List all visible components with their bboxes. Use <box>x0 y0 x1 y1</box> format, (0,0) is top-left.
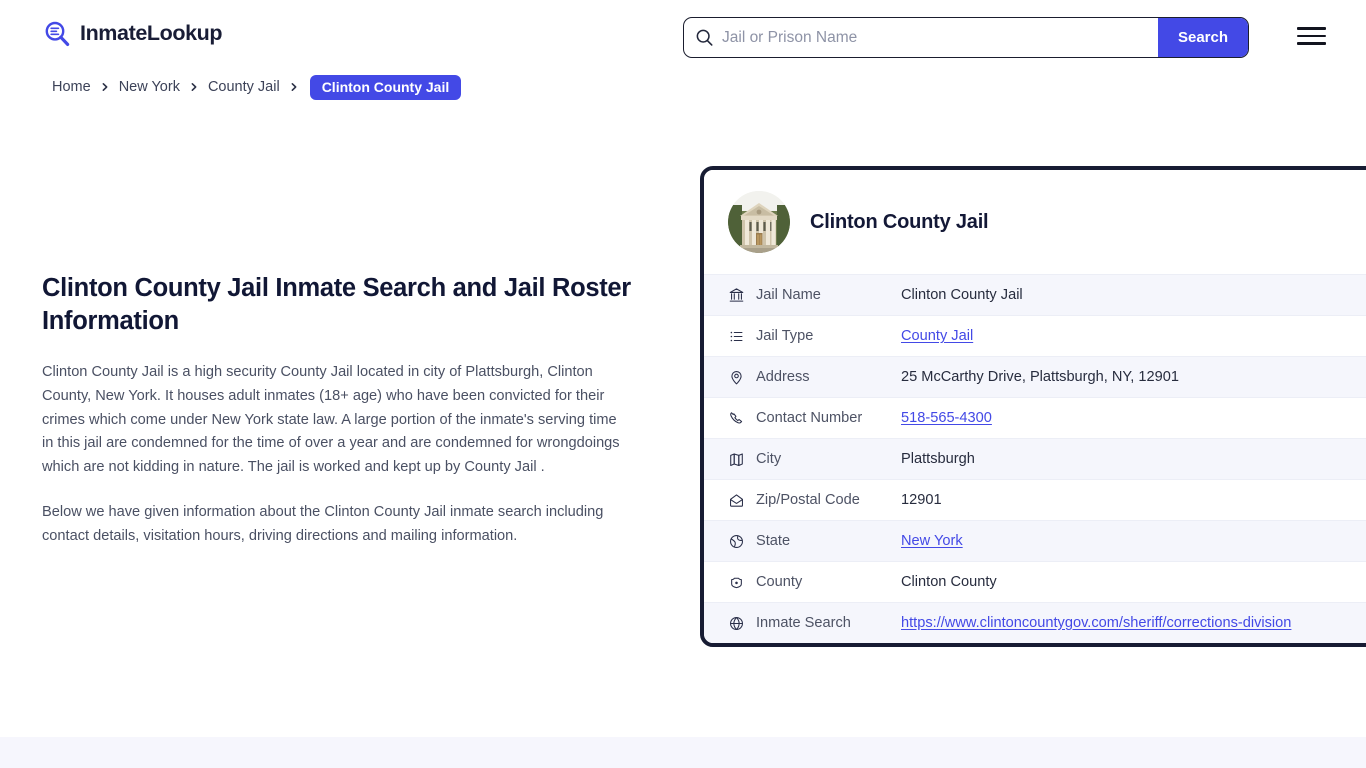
row-value: County Jail <box>901 328 1366 344</box>
jail-info-card: Clinton County Jail Jail Name Clinton Co… <box>700 166 1366 647</box>
table-row: Address 25 McCarthy Drive, Plattsburgh, … <box>704 356 1366 397</box>
row-label: Contact Number <box>756 410 863 426</box>
chevron-right-icon <box>280 82 308 92</box>
map-icon <box>728 451 756 468</box>
search-icon <box>684 28 718 47</box>
magnifier-list-icon <box>42 19 72 49</box>
intro-paragraph: Clinton County Jail is a high security C… <box>42 364 620 475</box>
globe-icon <box>728 533 756 550</box>
search-bar[interactable]: Search <box>683 17 1249 58</box>
search-button[interactable]: Search <box>1158 18 1248 57</box>
chevron-right-icon <box>91 82 119 92</box>
row-label: City <box>756 451 782 467</box>
info-rows-list: Jail Name Clinton County Jail Jail Type … <box>704 274 1366 643</box>
hamburger-line <box>1297 27 1326 30</box>
chevron-right-icon <box>180 82 208 92</box>
inmate-search-link[interactable]: https://www.clintoncountygov.com/sheriff… <box>901 615 1291 631</box>
web-globe-icon <box>728 615 756 632</box>
row-label: Zip/Postal Code <box>756 492 860 508</box>
bank-building-icon <box>728 287 756 304</box>
secondary-paragraph: Below we have given information about th… <box>42 504 604 545</box>
row-label: County <box>756 574 803 590</box>
site-header: InmateLookup Search <box>0 0 1366 72</box>
breadcrumb-item-county-jail[interactable]: County Jail <box>208 79 280 95</box>
table-row: County Clinton County <box>704 561 1366 602</box>
row-value: https://www.clintoncountygov.com/sheriff… <box>901 615 1366 631</box>
article-content: Clinton County Jail Inmate Search and Ja… <box>42 272 632 571</box>
row-label: State <box>756 533 791 549</box>
footer-band <box>0 737 1366 768</box>
brand-logo[interactable]: InmateLookup <box>42 19 223 49</box>
table-row: Contact Number 518-565-4300 <box>704 397 1366 438</box>
row-label: Jail Type <box>756 328 814 344</box>
breadcrumb-current-page[interactable]: Clinton County Jail <box>309 74 462 100</box>
breadcrumb: Home New York County Jail Clinton County… <box>52 74 462 100</box>
hamburger-menu-icon[interactable] <box>1297 24 1327 48</box>
card-title: Clinton County Jail <box>810 210 989 233</box>
row-value: Clinton County <box>901 574 997 590</box>
table-row: Jail Type County Jail <box>704 315 1366 356</box>
table-row: Jail Name Clinton County Jail <box>704 274 1366 315</box>
row-value: 12901 <box>901 492 942 508</box>
card-header: Clinton County Jail <box>704 170 1366 274</box>
row-value: 518-565-4300 <box>901 410 1366 426</box>
table-row: Inmate Search https://www.clintoncountyg… <box>704 602 1366 643</box>
hamburger-line <box>1297 42 1326 45</box>
breadcrumb-item-home[interactable]: Home <box>52 79 91 95</box>
phone-icon <box>728 410 756 427</box>
search-input[interactable] <box>718 18 1158 57</box>
jail-type-link[interactable]: County Jail <box>901 328 973 344</box>
row-value: New York <box>901 533 1366 549</box>
envelope-icon <box>728 492 756 509</box>
row-label: Inmate Search <box>756 615 851 631</box>
row-value: Plattsburgh <box>901 451 975 467</box>
row-label: Jail Name <box>756 287 821 303</box>
table-row: State New York <box>704 520 1366 561</box>
row-label: Address <box>756 369 810 385</box>
table-row: City Plattsburgh <box>704 438 1366 479</box>
breadcrumb-item-new-york[interactable]: New York <box>119 79 180 95</box>
list-icon <box>728 328 756 345</box>
map-pin-icon <box>728 369 756 386</box>
brand-name: InmateLookup <box>80 21 223 46</box>
row-value: 25 McCarthy Drive, Plattsburgh, NY, 1290… <box>901 369 1179 385</box>
contact-number-link[interactable]: 518-565-4300 <box>901 410 992 426</box>
courthouse-building-photo <box>728 191 790 253</box>
row-value: Clinton County Jail <box>901 287 1023 303</box>
state-link[interactable]: New York <box>901 533 963 549</box>
page-title: Clinton County Jail Inmate Search and Ja… <box>42 274 631 335</box>
badge-icon <box>728 574 756 591</box>
hamburger-line <box>1297 34 1326 38</box>
table-row: Zip/Postal Code 12901 <box>704 479 1366 520</box>
